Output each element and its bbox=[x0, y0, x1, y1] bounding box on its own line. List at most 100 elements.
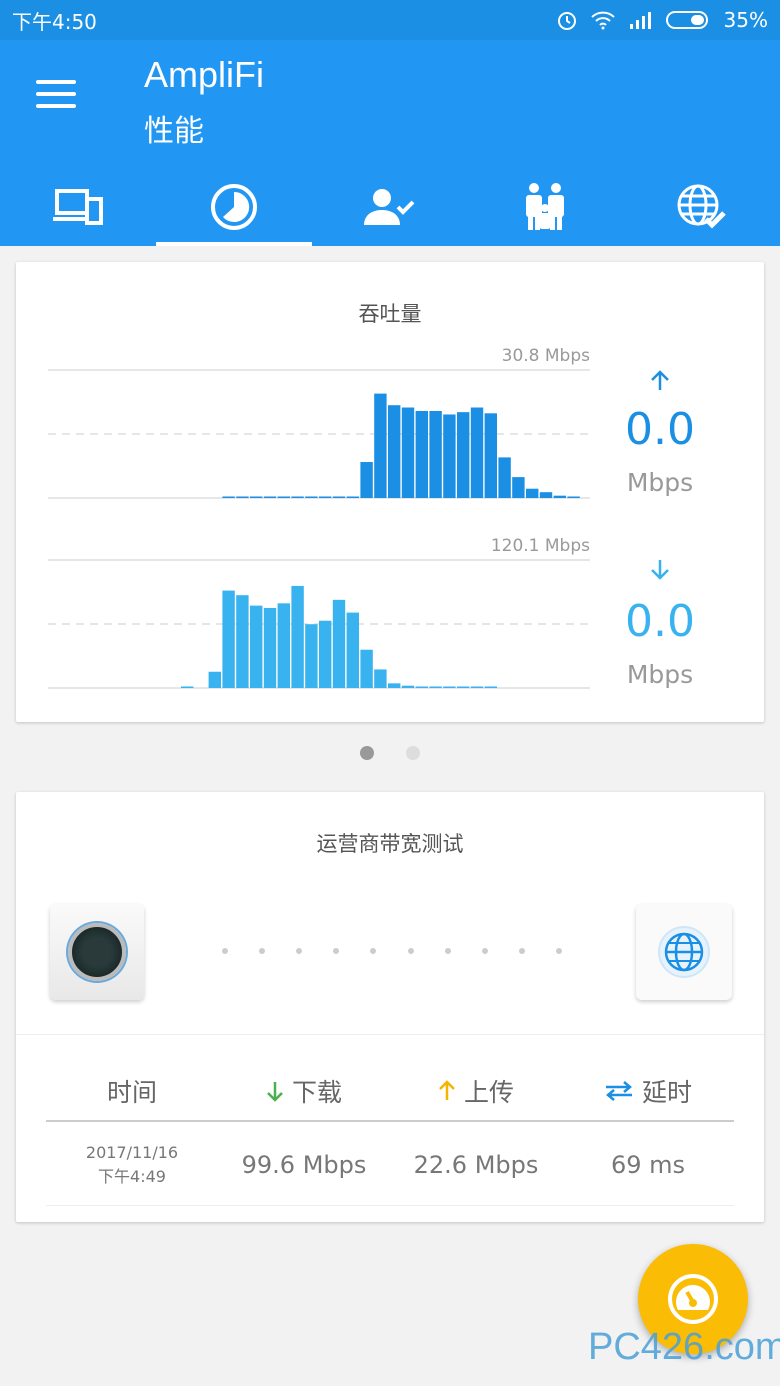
download-bar bbox=[181, 686, 194, 688]
status-icons: 35% bbox=[556, 8, 768, 32]
app-title: AmpliFi bbox=[144, 54, 265, 95]
upload-bar bbox=[484, 413, 497, 498]
upload-unit: Mbps bbox=[626, 468, 694, 497]
connection-dots bbox=[222, 948, 562, 954]
download-bar bbox=[457, 686, 470, 688]
devices-icon bbox=[53, 189, 103, 225]
download-bar bbox=[443, 686, 456, 688]
download-bar bbox=[277, 603, 290, 688]
upload-bar bbox=[512, 477, 525, 498]
download-bar bbox=[319, 620, 332, 688]
throughput-card[interactable]: 吞吐量 30.8 Mbps 0.0 Mbps 120.1 Mbps 0.0 Mb… bbox=[16, 262, 764, 722]
cell-date: 2017/11/16 bbox=[85, 1142, 179, 1162]
download-arrow-icon bbox=[651, 560, 669, 580]
alarm-icon bbox=[557, 12, 576, 30]
page-dot-1[interactable] bbox=[360, 746, 374, 760]
cell-time: 下午4:49 bbox=[98, 1166, 166, 1186]
page-title: 性能 bbox=[144, 114, 204, 149]
download-bar bbox=[305, 624, 318, 688]
upload-bar bbox=[429, 411, 442, 498]
download-unit: Mbps bbox=[626, 660, 694, 689]
upload-bar bbox=[443, 414, 456, 498]
download-chart bbox=[48, 559, 590, 689]
download-bar bbox=[415, 686, 428, 688]
battery-percent: 35% bbox=[723, 8, 768, 32]
upload-chart bbox=[48, 369, 590, 499]
upload-bar bbox=[346, 496, 359, 498]
upload-bar bbox=[374, 393, 387, 498]
download-bar bbox=[429, 686, 442, 688]
upload-bar bbox=[250, 496, 263, 498]
tab-devices[interactable] bbox=[0, 168, 156, 246]
download-bar bbox=[236, 595, 249, 688]
upload-bar bbox=[319, 496, 332, 498]
tab-internet[interactable] bbox=[624, 168, 780, 246]
signal-icon bbox=[629, 12, 651, 29]
table-row[interactable]: 2017/11/16 下午4:49 99.6 Mbps 22.6 Mbps 69… bbox=[46, 1124, 734, 1206]
upload-bar bbox=[498, 457, 511, 498]
app-bar: AmpliFi 性能 bbox=[0, 40, 780, 246]
performance-icon bbox=[211, 184, 257, 230]
tab-bar bbox=[0, 168, 780, 246]
download-bar bbox=[401, 685, 415, 688]
results-header: 时间 下载 上传 延时 bbox=[46, 1062, 734, 1122]
download-bar bbox=[484, 686, 497, 688]
download-bar bbox=[208, 671, 221, 688]
swap-arrows-icon bbox=[605, 1081, 632, 1101]
download-bar bbox=[291, 585, 304, 688]
tab-performance[interactable] bbox=[156, 168, 312, 246]
isp-test-card: 运营商带宽测试 时间 下载 上传 延时 2017/11/16 下午4:49 99… bbox=[16, 792, 764, 1222]
col-upload-label: 上传 bbox=[463, 1078, 514, 1107]
cell-timestamp: 2017/11/16 下午4:49 bbox=[46, 1124, 218, 1205]
upload-bar bbox=[332, 496, 346, 498]
download-scale-label: 120.1 Mbps bbox=[490, 536, 590, 556]
download-bar bbox=[263, 607, 277, 688]
tab-family[interactable] bbox=[468, 168, 624, 246]
col-latency-label: 延时 bbox=[641, 1078, 692, 1107]
page-dot-2[interactable] bbox=[406, 746, 420, 760]
internet-node bbox=[636, 904, 732, 1000]
upload-scale-label: 30.8 Mbps bbox=[501, 346, 590, 366]
cell-download: 99.6 Mbps bbox=[241, 1150, 367, 1179]
router-image bbox=[50, 904, 144, 1000]
router-screen-icon bbox=[68, 923, 126, 981]
section-divider bbox=[16, 1034, 764, 1035]
wifi-icon bbox=[590, 11, 615, 30]
upload-bar bbox=[305, 496, 318, 498]
status-time: 下午4:50 bbox=[12, 9, 97, 34]
upload-bar bbox=[567, 496, 580, 498]
upload-bar bbox=[401, 407, 415, 498]
col-download-label: 下载 bbox=[291, 1078, 342, 1107]
download-bar bbox=[470, 686, 484, 688]
upload-bar bbox=[263, 496, 277, 498]
upload-bar bbox=[291, 496, 304, 498]
col-upload: 上传 bbox=[390, 1062, 562, 1120]
isp-test-title: 运营商带宽测试 bbox=[316, 832, 464, 856]
download-bar bbox=[250, 605, 263, 688]
download-bar bbox=[360, 649, 373, 688]
status-bar: 下午4:50 35% bbox=[0, 0, 780, 40]
throughput-title: 吞吐量 bbox=[358, 302, 422, 326]
watermark: PC426.com bbox=[588, 1326, 780, 1368]
upload-bar bbox=[222, 496, 235, 498]
family-icon bbox=[526, 183, 564, 230]
tab-users[interactable] bbox=[312, 168, 468, 246]
upload-arrow-icon bbox=[651, 370, 669, 390]
col-download: 下载 bbox=[218, 1062, 390, 1120]
upload-bar bbox=[526, 488, 539, 498]
download-bar bbox=[346, 612, 359, 688]
download-bar bbox=[388, 683, 401, 688]
col-time: 时间 bbox=[46, 1062, 218, 1120]
upload-bar bbox=[415, 411, 428, 498]
cell-latency: 69 ms bbox=[610, 1150, 686, 1179]
page-indicator bbox=[360, 746, 420, 760]
upload-bar bbox=[277, 496, 290, 498]
menu-icon[interactable] bbox=[36, 80, 76, 110]
upload-bar bbox=[457, 412, 470, 498]
upload-bar bbox=[470, 407, 484, 498]
speedometer-icon bbox=[668, 1274, 718, 1324]
upload-arrow-icon bbox=[439, 1080, 455, 1100]
cell-upload: 22.6 Mbps bbox=[413, 1150, 539, 1179]
upload-rate: 0.0 bbox=[625, 404, 695, 455]
download-bar bbox=[222, 590, 235, 688]
